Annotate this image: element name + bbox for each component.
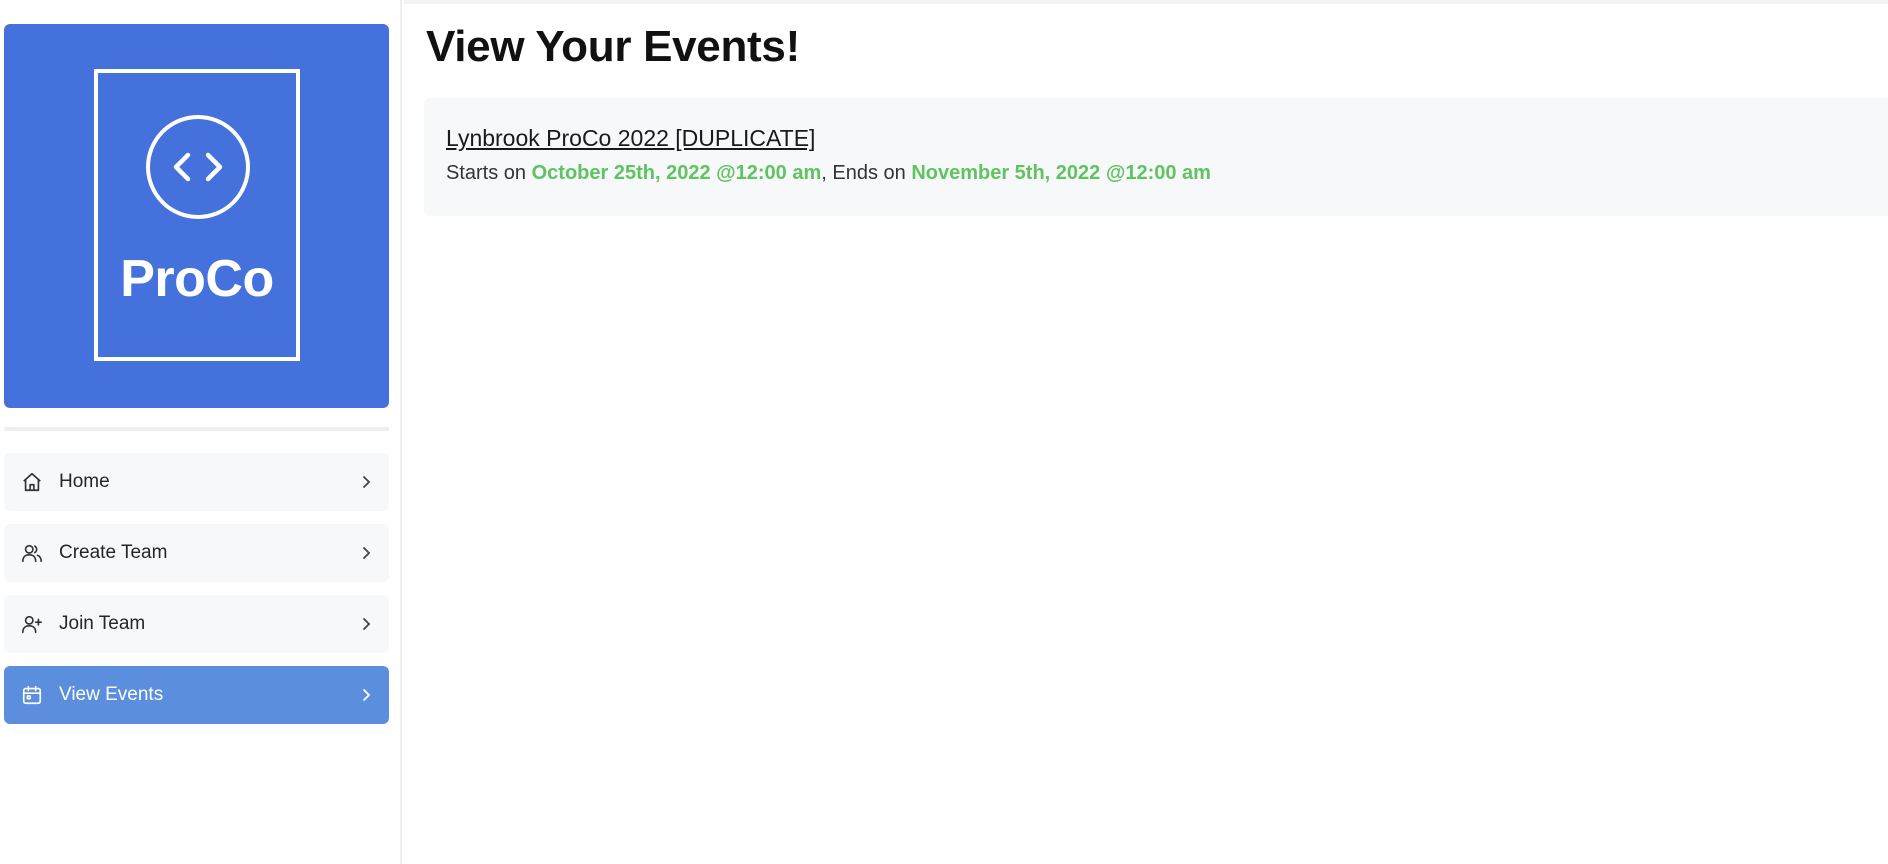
chevron-right-icon <box>363 618 371 630</box>
logo: ProCo <box>4 24 389 408</box>
ends-prefix: , Ends on <box>821 162 912 184</box>
sidebar-item-view-events[interactable]: View Events <box>4 666 389 724</box>
user-plus-icon <box>20 612 44 636</box>
sidebar: ProCo Home Create Team Join Team View Ev… <box>0 0 402 864</box>
starts-prefix: Starts on <box>446 162 532 184</box>
event-dates: Starts on October 25th, 2022 @12:00 am, … <box>446 162 1211 185</box>
app-root: ProCo Home Create Team Join Team View Ev… <box>0 0 1888 864</box>
sidebar-item-label: Create Team <box>59 542 168 563</box>
event-card: Lynbrook ProCo 2022 [DUPLICATE] Starts o… <box>424 98 1888 216</box>
brand-name: ProCo <box>120 250 274 308</box>
sidebar-item-join-team[interactable]: Join Team <box>4 595 389 653</box>
sidebar-item-label: View Events <box>59 684 164 705</box>
chevron-right-icon <box>363 476 371 488</box>
sidebar-item-label: Home <box>59 471 110 492</box>
page-title: View Your Events! <box>426 22 800 71</box>
users-icon <box>20 541 44 565</box>
top-border <box>404 0 1888 4</box>
sidebar-divider <box>4 427 389 431</box>
sidebar-item-label: Join Team <box>59 613 146 634</box>
event-end-date: November 5th, 2022 @12:00 am <box>911 162 1211 184</box>
chevron-right-icon <box>363 689 371 701</box>
sidebar-item-create-team[interactable]: Create Team <box>4 524 389 582</box>
code-brackets-icon <box>146 115 250 219</box>
event-start-date: October 25th, 2022 @12:00 am <box>531 162 822 184</box>
chevron-right-icon <box>363 547 371 559</box>
main-content: View Your Events! Lynbrook ProCo 2022 [D… <box>404 0 1888 864</box>
home-icon <box>20 470 44 494</box>
sidebar-item-home[interactable]: Home <box>4 453 389 511</box>
calendar-icon <box>20 683 44 707</box>
event-name-link[interactable]: Lynbrook ProCo 2022 [DUPLICATE] <box>446 125 815 152</box>
logo-frame: ProCo <box>94 69 300 361</box>
